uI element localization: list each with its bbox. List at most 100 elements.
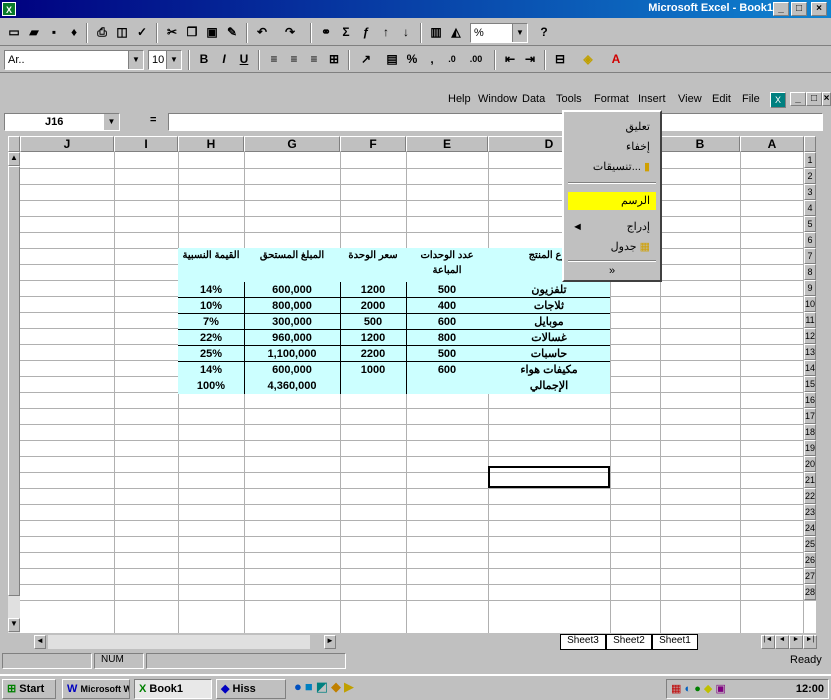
- desktop-icon[interactable]: ◩: [316, 679, 331, 694]
- tray-icon[interactable]: ▦: [671, 683, 681, 695]
- function-icon[interactable]: ƒ: [356, 23, 376, 43]
- table-header-cell[interactable]: عدد الوحدات المباعة: [406, 248, 488, 282]
- scroll-up-icon[interactable]: ▲: [8, 152, 20, 166]
- menu-format[interactable]: Format: [594, 93, 629, 105]
- menu-tools[interactable]: Tools: [556, 93, 582, 105]
- chevron-down-icon[interactable]: ▼: [104, 114, 119, 130]
- chevron-down-icon[interactable]: ▼: [512, 24, 527, 42]
- formula-input[interactable]: [168, 113, 823, 131]
- row-header[interactable]: 15: [804, 376, 816, 392]
- increase-decimal-button[interactable]: .0: [442, 50, 462, 70]
- ctx-item-comment[interactable]: تعليق: [568, 118, 656, 136]
- borders-icon[interactable]: ⊟: [550, 50, 570, 70]
- menu-edit[interactable]: Edit: [712, 93, 731, 105]
- table-cell[interactable]: 100%: [178, 378, 244, 394]
- row-header[interactable]: 12: [804, 328, 816, 344]
- table-cell[interactable]: 500: [340, 314, 406, 330]
- menu-file[interactable]: File: [742, 93, 760, 105]
- autosum-icon[interactable]: Σ: [336, 23, 356, 43]
- table-cell[interactable]: 4,360,000: [244, 378, 340, 394]
- table-cell[interactable]: تلفزيون: [488, 282, 610, 298]
- merge-center-icon[interactable]: ⊞: [324, 50, 344, 70]
- scroll-down-icon[interactable]: ▼: [8, 618, 20, 632]
- table-header-cell[interactable]: المبلغ المستحق: [244, 248, 340, 282]
- comma-button[interactable]: ,: [422, 50, 442, 70]
- table-cell[interactable]: 25%: [178, 346, 244, 362]
- excel-app-icon[interactable]: X: [2, 2, 16, 16]
- ctx-expand[interactable]: »: [568, 262, 656, 280]
- table-cell[interactable]: 14%: [178, 282, 244, 298]
- italic-button[interactable]: I: [214, 50, 234, 70]
- save-icon[interactable]: ▪: [44, 23, 64, 43]
- row-header[interactable]: 13: [804, 344, 816, 360]
- table-cell[interactable]: [406, 378, 488, 394]
- row-header[interactable]: 2: [804, 168, 816, 184]
- row-header[interactable]: 23: [804, 504, 816, 520]
- sheet-tab-2[interactable]: Sheet2: [606, 634, 652, 650]
- percent-button[interactable]: %: [402, 50, 422, 70]
- bold-button[interactable]: B: [194, 50, 214, 70]
- table-cell[interactable]: 22%: [178, 330, 244, 346]
- table-cell[interactable]: [340, 378, 406, 394]
- ctx-item-format[interactable]: تنسيقات... ▮: [568, 158, 656, 176]
- table-cell[interactable]: 1000: [340, 362, 406, 378]
- table-cell[interactable]: الإجمالي: [488, 378, 610, 394]
- row-header[interactable]: 21: [804, 472, 816, 488]
- maximize-button[interactable]: □: [791, 2, 807, 16]
- chevron-down-icon[interactable]: ▼: [166, 51, 181, 69]
- ctx-item-table[interactable]: جدول ▦: [568, 238, 656, 256]
- hyperlink-icon[interactable]: ⚭: [316, 23, 336, 43]
- column-header[interactable]: B: [660, 136, 740, 152]
- column-header[interactable]: J: [20, 136, 114, 152]
- row-header[interactable]: 20: [804, 456, 816, 472]
- row-header[interactable]: 3: [804, 184, 816, 200]
- menu-view[interactable]: View: [678, 93, 702, 105]
- row-header[interactable]: 6: [804, 232, 816, 248]
- redo-icon[interactable]: ↷: [280, 23, 300, 43]
- format-painter-icon[interactable]: ✎: [222, 23, 242, 43]
- quick-launch[interactable]: ●■◩◆▶: [294, 679, 357, 695]
- sheet-tab-1[interactable]: Sheet1: [652, 634, 698, 650]
- align-center-icon[interactable]: ≡: [284, 50, 304, 70]
- row-header[interactable]: 8: [804, 264, 816, 280]
- table-cell[interactable]: 800,000: [244, 298, 340, 314]
- scroll-right-icon[interactable]: ►: [324, 635, 336, 649]
- fill-color-icon[interactable]: ◈: [578, 50, 598, 70]
- table-cell[interactable]: 1200: [340, 330, 406, 346]
- player-icon[interactable]: ▶: [344, 679, 357, 694]
- ctx-item-insert[interactable]: ◄ إدراج: [568, 218, 656, 236]
- table-cell[interactable]: 800: [406, 330, 488, 346]
- horizontal-scrollbar[interactable]: [48, 635, 310, 649]
- help-icon[interactable]: ?: [534, 23, 554, 43]
- column-header[interactable]: H: [178, 136, 244, 152]
- table-cell[interactable]: ثلاجات: [488, 298, 610, 314]
- table-cell[interactable]: 2200: [340, 346, 406, 362]
- select-all-corner[interactable]: [8, 136, 20, 152]
- chart-wizard-icon[interactable]: ▥: [426, 23, 446, 43]
- column-header[interactable]: I: [114, 136, 178, 152]
- currency-icon[interactable]: ↗: [356, 50, 376, 70]
- table-cell[interactable]: 960,000: [244, 330, 340, 346]
- table-cell[interactable]: 500: [406, 282, 488, 298]
- increase-indent-icon[interactable]: ⇥: [520, 50, 540, 70]
- cut-icon[interactable]: ✂: [162, 23, 182, 43]
- font-size-combo[interactable]: 10 ▼: [148, 50, 182, 70]
- table-header-cell[interactable]: القيمة النسبية: [178, 248, 244, 282]
- align-left-icon[interactable]: ≡: [264, 50, 284, 70]
- table-cell[interactable]: 600: [406, 362, 488, 378]
- new-icon[interactable]: ▭: [4, 23, 24, 43]
- vertical-scrollbar[interactable]: ▲ ▼: [8, 152, 20, 633]
- doc-close-button[interactable]: ×: [822, 92, 831, 106]
- undo-icon[interactable]: ↶: [252, 23, 272, 43]
- row-header[interactable]: 14: [804, 360, 816, 376]
- task-book1[interactable]: X Book1: [134, 679, 212, 699]
- decrease-decimal-button[interactable]: .00: [466, 50, 486, 70]
- menu-help[interactable]: Help: [448, 93, 471, 105]
- row-header[interactable]: 4: [804, 200, 816, 216]
- chevron-down-icon[interactable]: ▼: [128, 51, 143, 69]
- row-header[interactable]: 11: [804, 312, 816, 328]
- name-box[interactable]: J16 ▼: [4, 113, 120, 131]
- font-combo[interactable]: Ar.. ▼: [4, 50, 144, 70]
- table-cell[interactable]: 600: [406, 314, 488, 330]
- table-cell[interactable]: حاسبات: [488, 346, 610, 362]
